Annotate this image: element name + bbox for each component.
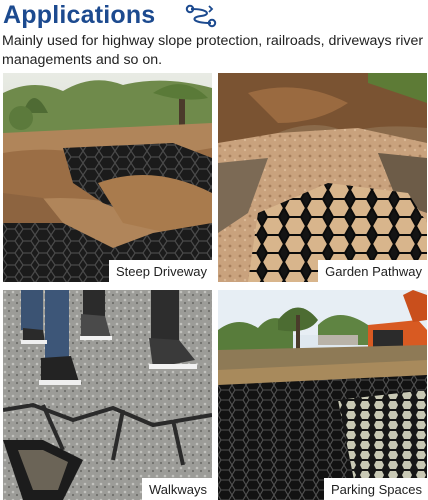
intro-description: Mainly used for highway slope protection… (2, 33, 424, 68)
page-header: Applications (3, 0, 155, 30)
tile-label: Garden Pathway (318, 260, 427, 282)
steep-driveway-tile: Steep Driveway (3, 73, 212, 282)
garden-pathway-photo (218, 73, 427, 282)
route-icon (185, 4, 217, 28)
garden-pathway-tile: Garden Pathway (218, 73, 427, 282)
parking-spaces-tile: Parking Spaces (218, 290, 427, 500)
walkways-photo (3, 290, 212, 500)
tile-label: Steep Driveway (108, 260, 212, 282)
tile-label: Walkways (141, 478, 212, 500)
walkways-tile: Walkways (3, 290, 212, 500)
tile-label: Parking Spaces (323, 478, 427, 500)
parking-spaces-photo (218, 290, 427, 500)
page-title: Applications (3, 1, 156, 29)
steep-driveway-photo (3, 73, 212, 282)
